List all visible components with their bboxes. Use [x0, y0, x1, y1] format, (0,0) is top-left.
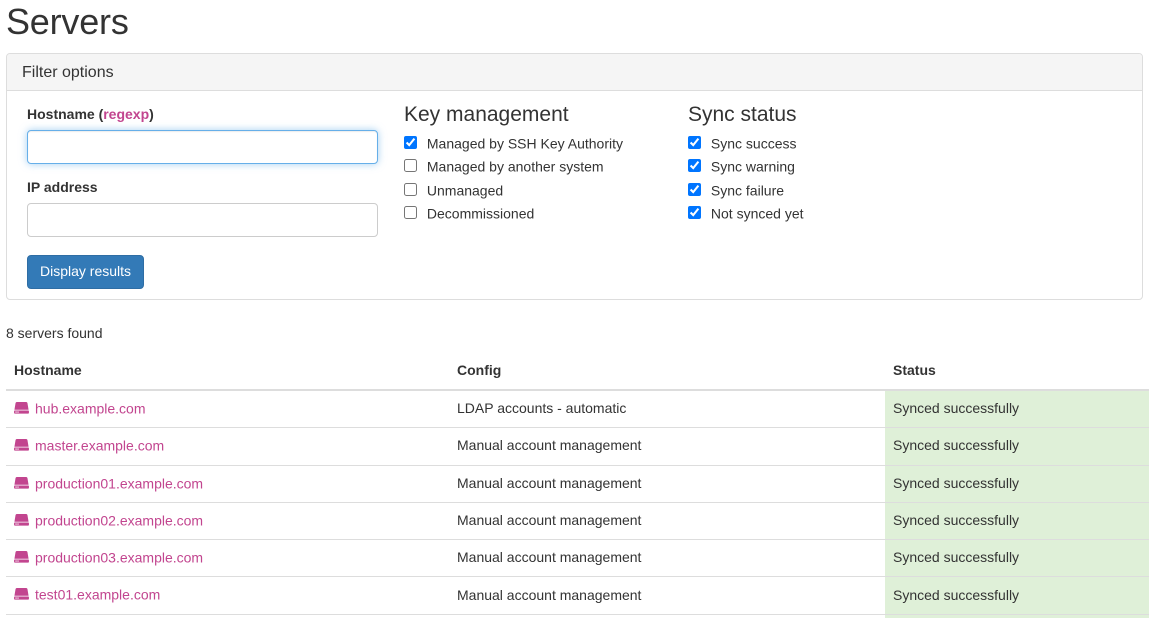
hostname-link[interactable]: production03.example.com [35, 549, 203, 565]
cell-hostname: production03.example.com [6, 540, 449, 577]
servers-table-body: hub.example.com LDAP accounts - automatic… [6, 390, 1149, 618]
servers-page: Servers Filter options Hostname (regexp)… [0, 0, 1149, 618]
cell-config: Manual account management [449, 502, 885, 539]
cell-config: LDAP accounts - automatic [449, 390, 885, 428]
servers-table-head: Hostname Config Status [6, 353, 1149, 390]
checkbox-sync-success[interactable] [688, 136, 701, 149]
checkbox-row-decommissioned[interactable]: Decommissioned [404, 205, 623, 220]
hostname-label: Hostname (regexp) [27, 105, 377, 125]
hostname-link[interactable]: production01.example.com [35, 475, 203, 491]
hostname-label-prefix: Hostname ( [27, 106, 103, 122]
cell-status: Synced successfully [885, 390, 1149, 428]
server-icon [14, 587, 29, 600]
cell-hostname: master.example.com [6, 428, 449, 465]
hostname-link[interactable]: production02.example.com [35, 512, 203, 528]
cell-status: Synced successfully [885, 465, 1149, 502]
server-icon [14, 513, 29, 526]
cell-status: Synced successfully [885, 614, 1149, 618]
cell-config: Manual account management [449, 614, 885, 618]
checkbox-managed-by-another-system[interactable] [404, 159, 417, 172]
hostname-link[interactable]: test01.example.com [35, 587, 160, 603]
checkbox-label: Managed by another system [427, 159, 604, 175]
page-title: Servers [0, 2, 129, 42]
checkbox-decommissioned[interactable] [404, 206, 417, 219]
filter-panel-heading: Filter options [7, 54, 1142, 91]
cell-config: Manual account management [449, 465, 885, 502]
checkbox-sync-failure[interactable] [688, 183, 701, 196]
checkbox-row-not-synced-yet[interactable]: Not synced yet [688, 205, 804, 220]
checkbox-label: Sync success [711, 135, 797, 151]
checkbox-not-synced-yet[interactable] [688, 206, 701, 219]
checkbox-row-sync-failure[interactable]: Sync failure [688, 182, 804, 197]
cell-hostname: production02.example.com [6, 502, 449, 539]
filter-panel-title: Filter options [22, 64, 1127, 82]
cell-hostname: test01.example.com [6, 577, 449, 614]
key-management-title: Key management [404, 103, 623, 126]
filter-options-panel: Filter options Hostname (regexp) IP addr… [6, 53, 1143, 300]
checkbox-unmanaged[interactable] [404, 183, 417, 196]
checkbox-sync-warning[interactable] [688, 159, 701, 172]
table-row: test01.example.com Manual account managem… [6, 577, 1149, 614]
column-header-hostname[interactable]: Hostname [6, 353, 449, 390]
results-count: 8 servers found [6, 324, 103, 344]
cell-hostname: test02.example.com [6, 614, 449, 618]
regexp-help-link[interactable]: regexp [103, 106, 149, 122]
hostname-label-suffix: ) [149, 106, 154, 122]
hostname-input[interactable] [27, 130, 378, 164]
cell-status: Synced successfully [885, 577, 1149, 614]
filter-panel-body: Hostname (regexp) IP address Display res… [7, 91, 1142, 299]
table-row: production03.example.com Manual account m… [6, 540, 1149, 577]
cell-hostname: hub.example.com [6, 390, 449, 428]
ip-address-input[interactable] [27, 203, 378, 237]
table-row: test02.example.comManual account managem… [6, 614, 1149, 618]
servers-table: Hostname Config Status hub.example.com LD… [6, 353, 1149, 618]
checkbox-row-unmanaged[interactable]: Unmanaged [404, 182, 623, 197]
checkbox-label: Sync failure [711, 182, 784, 198]
checkbox-row-managed-by-another-system[interactable]: Managed by another system [404, 158, 623, 173]
table-row: master.example.com Manual account managem… [6, 428, 1149, 465]
filter-form-column: Hostname (regexp) IP address Display res… [22, 105, 377, 289]
checkbox-label: Unmanaged [427, 182, 503, 198]
server-icon [14, 438, 29, 451]
ip-address-label: IP address [27, 178, 377, 198]
table-header-row: Hostname Config Status [6, 353, 1149, 390]
checkbox-label: Managed by SSH Key Authority [427, 135, 623, 151]
table-row: hub.example.com LDAP accounts - automatic… [6, 390, 1149, 428]
cell-hostname: production01.example.com [6, 465, 449, 502]
checkbox-managed-by-ssh-key-authority[interactable] [404, 136, 417, 149]
checkbox-row-sync-success[interactable]: Sync success [688, 135, 804, 150]
cell-status: Synced successfully [885, 428, 1149, 465]
column-header-config[interactable]: Config [449, 353, 885, 390]
checkbox-row-managed-by-ssh-key-authority[interactable]: Managed by SSH Key Authority [404, 135, 623, 150]
checkbox-label: Decommissioned [427, 205, 534, 221]
field-spacer [22, 164, 377, 178]
sync-status-title: Sync status [688, 103, 804, 126]
cell-status: Synced successfully [885, 502, 1149, 539]
checkbox-row-sync-warning[interactable]: Sync warning [688, 158, 804, 173]
server-icon [14, 401, 29, 414]
cell-status: Synced successfully [885, 540, 1149, 577]
cell-config: Manual account management [449, 428, 885, 465]
display-results-button[interactable]: Display results [27, 255, 144, 289]
server-icon [14, 550, 29, 563]
cell-config: Manual account management [449, 577, 885, 614]
sync-status-group: Sync status Sync success Sync warning Sy… [688, 103, 804, 228]
checkbox-label: Sync warning [711, 159, 795, 175]
hostname-link[interactable]: hub.example.com [35, 400, 146, 416]
cell-config: Manual account management [449, 540, 885, 577]
table-row: production01.example.com Manual account m… [6, 465, 1149, 502]
hostname-link[interactable]: master.example.com [35, 438, 164, 454]
key-management-group: Key management Managed by SSH Key Author… [404, 103, 623, 228]
table-row: production02.example.com Manual account m… [6, 502, 1149, 539]
checkbox-label: Not synced yet [711, 205, 804, 221]
server-icon [14, 476, 29, 489]
column-header-status[interactable]: Status [885, 353, 1149, 390]
